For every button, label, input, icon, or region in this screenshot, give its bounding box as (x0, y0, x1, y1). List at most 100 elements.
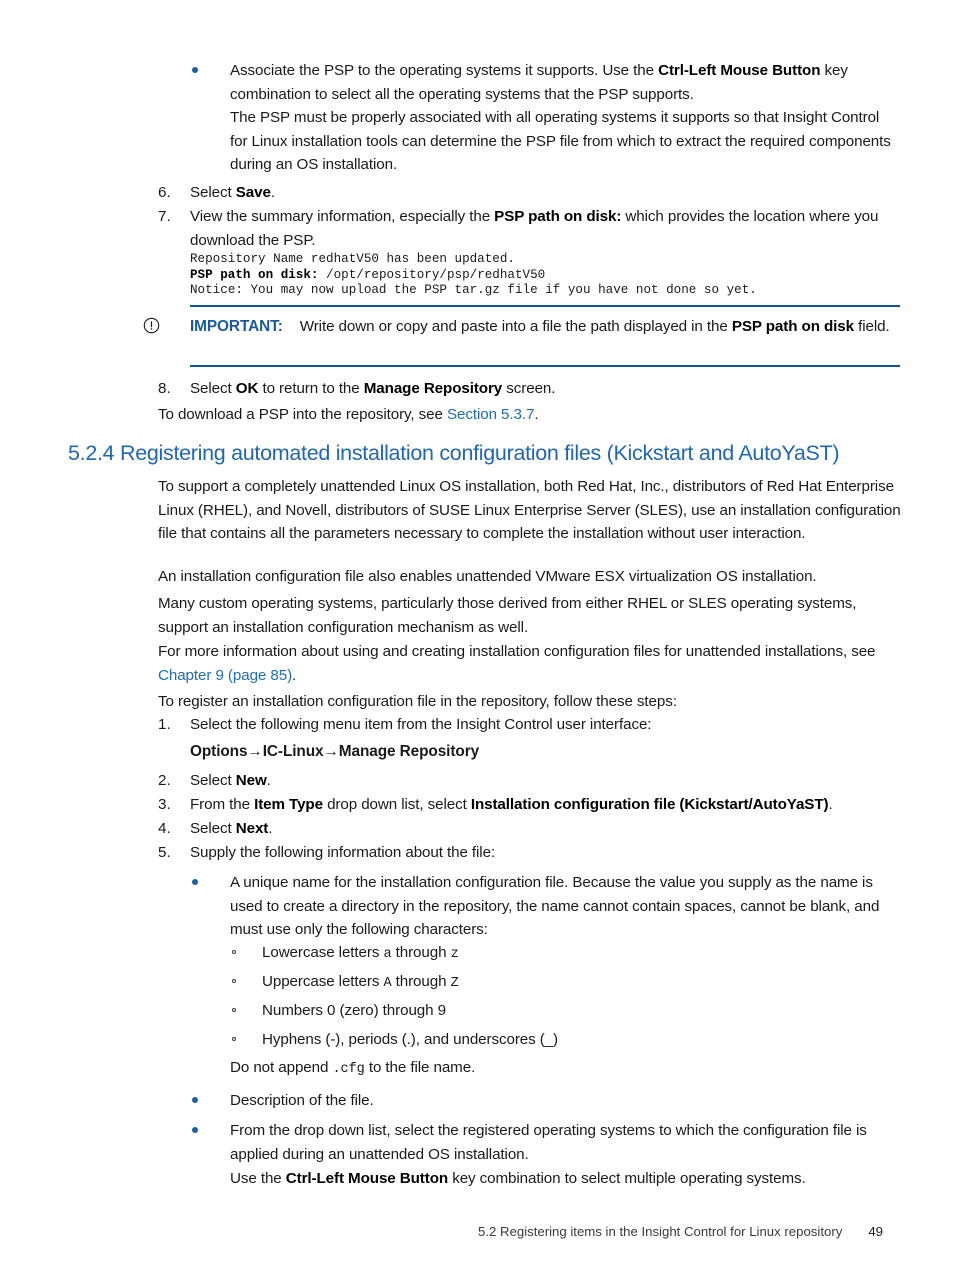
text-fragment: key combination to select multiple opera… (448, 1170, 806, 1187)
text-fragment: Use the (230, 1170, 286, 1187)
important-body: IMPORTANT: Write down or copy and paste i… (190, 315, 900, 339)
bullet-text: Associate the PSP to the operating syste… (230, 59, 900, 106)
emphasis-new: New (235, 772, 267, 789)
list-item-step-3: 3. From the Item Type drop down list, se… (158, 793, 900, 817)
text-fragment: From the (190, 796, 255, 813)
text-fragment: screen. (502, 380, 556, 397)
section-heading: 5.2.4 Registering automated installation… (68, 441, 840, 465)
paragraph-do-not-append-cfg: Do not append .cfg to the file name. (230, 1056, 900, 1082)
mono-char-A: A (383, 976, 392, 991)
paragraph-steps-intro: To register an installation configuratio… (158, 693, 677, 710)
code-line-1: Repository Name redhatV50 has been updat… (190, 252, 515, 266)
text-fragment: to the file name. (364, 1059, 476, 1076)
text-fragment: . (266, 772, 271, 789)
list-item: Associate the PSP to the operating syste… (192, 59, 900, 106)
list-number: 4. (158, 820, 171, 837)
list-item-step-6: 6. Select Save. (158, 181, 900, 205)
important-label: IMPORTANT: (190, 318, 283, 335)
emphasis-save: Save (235, 184, 271, 201)
emphasis-ctrl-left-mouse-button: Ctrl-Left Mouse Button (285, 1170, 449, 1187)
mono-char-z: z (450, 947, 459, 962)
sub-bullet-text: Lowercase letters a through z (262, 941, 900, 967)
emphasis-installation-config-file-option: Installation configuration file (Kicksta… (470, 796, 829, 813)
text-fragment: . (534, 406, 539, 423)
text-fragment: . (828, 796, 833, 813)
bullet-dot-icon (192, 67, 198, 73)
step-text: Select the following menu item from the … (190, 716, 652, 733)
important-circle-exclamation-icon (143, 317, 160, 334)
text-fragment: Select (190, 820, 236, 837)
list-number: 3. (158, 796, 171, 813)
paragraph-download-psp: To download a PSP into the repository, s… (158, 403, 900, 427)
emphasis-item-type: Item Type (254, 796, 323, 813)
list-number: 1. (158, 716, 171, 733)
bullet-text: From the drop down list, select the regi… (230, 1122, 867, 1163)
list-item-unique-name: A unique name for the installation confi… (192, 871, 900, 942)
mono-cfg-extension: .cfg (332, 1062, 365, 1077)
sub-bullet-text: Hyphens (-), periods (.), and underscore… (262, 1031, 558, 1048)
step-text: Select Save. (190, 181, 900, 205)
list-item-step-4: 4. Select Next. (158, 817, 900, 841)
list-item-step-8: 8. Select OK to return to the Manage Rep… (158, 377, 900, 401)
paragraph-unattended-intro: To support a completely unattended Linux… (158, 478, 901, 542)
menu-path-options-ic-linux-manage-repository: Options→IC-Linux→Manage Repository (190, 743, 480, 760)
list-number: 7. (158, 208, 171, 225)
text-fragment: to return to the (258, 380, 364, 397)
text-fragment: Select (190, 380, 236, 397)
text-fragment: Write down or copy and paste into a file… (299, 318, 732, 335)
list-item-step-2: 2. Select New. (158, 769, 900, 793)
code-path-value: /opt/repository/psp/redhatV50 (318, 267, 546, 282)
list-item-hyphens-periods-underscores: Hyphens (-), periods (.), and underscore… (232, 1028, 900, 1052)
text-fragment: through (391, 944, 451, 961)
bullet-text: A unique name for the installation confi… (230, 874, 880, 938)
page-number: 49 (868, 1224, 883, 1239)
text-fragment: Uppercase letters (262, 973, 384, 990)
step-text: Select OK to return to the Manage Reposi… (190, 377, 900, 401)
emphasis-next: Next (235, 820, 269, 837)
mono-char-Z: Z (450, 976, 459, 991)
paragraph-ctrl-left-mouse-note: Use the Ctrl-Left Mouse Button key combi… (230, 1167, 900, 1191)
link-section-5-3-7[interactable]: Section 5.3.7 (447, 406, 534, 423)
list-item-drop-down-os-selection: From the drop down list, select the regi… (192, 1119, 900, 1166)
emphasis-manage-repository: Manage Repository (363, 380, 503, 397)
admonition-top-rule (190, 305, 900, 307)
text-fragment: through (391, 973, 451, 990)
sub-bullet-circle-icon (232, 979, 236, 983)
list-item-step-1: 1. Select the following menu item from t… (158, 713, 900, 737)
list-item-step-7: 7. View the summary information, especia… (158, 205, 900, 252)
document-page: Associate the PSP to the operating syste… (0, 0, 954, 1271)
footer-section-title: 5.2 Registering items in the Insight Con… (478, 1224, 843, 1239)
emphasis-ok: OK (235, 380, 259, 397)
link-chapter-9[interactable]: Chapter 9 (page 85) (158, 667, 292, 684)
list-number: 6. (158, 184, 171, 201)
emphasis-ctrl-left-mouse-button: Ctrl-Left Mouse Button (658, 62, 821, 79)
paragraph-chapter-reference: For more information about using and cre… (158, 640, 903, 687)
text-fragment: Associate the PSP to the operating syste… (230, 62, 659, 79)
step-text: Supply the following information about t… (190, 844, 496, 861)
text-fragment: . (292, 666, 297, 684)
emphasis-psp-path-on-disk: PSP path on disk (731, 318, 854, 335)
admonition-bottom-rule (190, 365, 900, 367)
sub-bullet-circle-icon (232, 950, 236, 954)
list-item-step-5: 5. Supply the following information abou… (158, 841, 900, 865)
text-fragment: drop down list, select (322, 796, 471, 813)
step-text: From the Item Type drop down list, selec… (190, 793, 900, 817)
list-item-lowercase-letters: Lowercase letters a through z (232, 941, 900, 967)
paragraph-vmware-esx: An installation configuration file also … (158, 568, 817, 585)
code-block: Repository Name redhatV50 has been updat… (190, 252, 900, 299)
bullet-text: Description of the file. (230, 1092, 374, 1109)
step-text: Select Next. (190, 817, 900, 841)
text-fragment: For more information about using and cre… (158, 643, 876, 660)
text-fragment: Select (190, 772, 236, 789)
code-line-2: PSP path on disk: /opt/repository/psp/re… (190, 268, 900, 284)
text-fragment: To download a PSP into the repository, s… (158, 406, 447, 423)
text-fragment: Select (190, 184, 236, 201)
code-line-3: Notice: You may now upload the PSP tar.g… (190, 283, 757, 298)
sub-bullet-text: Numbers 0 (zero) through 9 (262, 1002, 446, 1019)
sub-bullet-circle-icon (232, 1037, 236, 1041)
text-fragment: Lowercase letters (262, 944, 384, 961)
sub-bullet-text: Uppercase letters A through Z (262, 970, 900, 996)
text-fragment: View the summary information, especially… (190, 208, 495, 225)
step-text: Select New. (190, 769, 900, 793)
sub-bullet-circle-icon (232, 1008, 236, 1012)
